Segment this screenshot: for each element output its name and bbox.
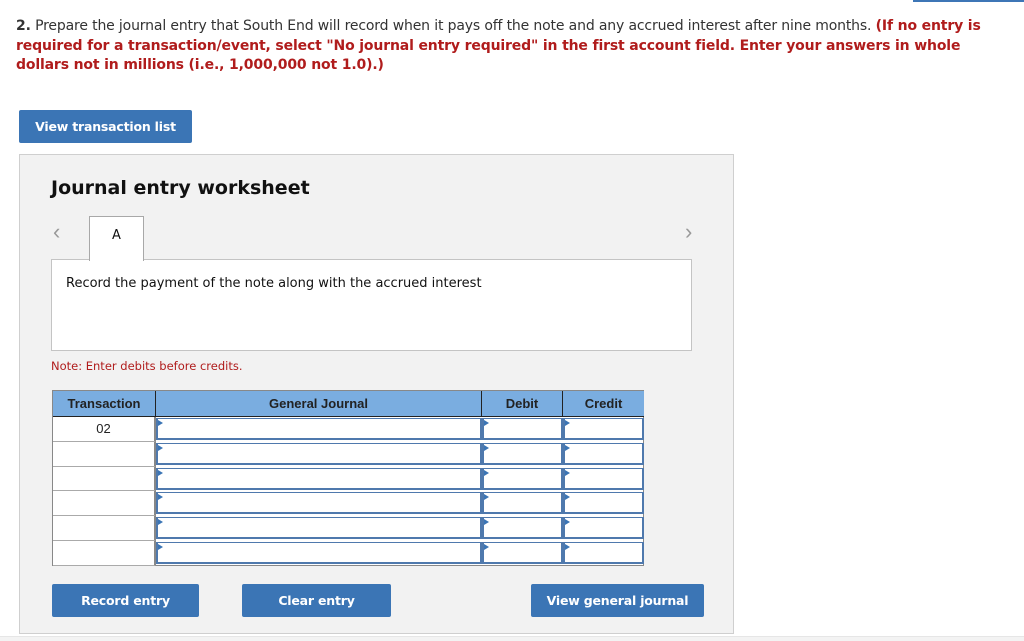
transaction-description: Record the payment of the note along wit…	[66, 276, 482, 291]
credit-input[interactable]	[563, 442, 644, 465]
journal-entry-worksheet-panel: Journal entry worksheet ‹ A › Record the…	[19, 154, 734, 634]
view-transaction-list-button[interactable]: View transaction list	[19, 110, 192, 143]
journal-table: Transaction General Journal Debit Credit…	[52, 390, 644, 566]
debits-before-credits-note: Note: Enter debits before credits.	[51, 359, 243, 373]
credit-input[interactable]	[563, 542, 644, 564]
credit-input[interactable]	[563, 492, 644, 515]
credit-input[interactable]	[563, 418, 644, 440]
tab-a[interactable]: A	[89, 216, 144, 261]
question-number: 2.	[16, 18, 31, 34]
page-bottom-divider	[0, 636, 1024, 641]
debit-input[interactable]	[482, 492, 563, 515]
account-input[interactable]	[156, 418, 482, 440]
transaction-cell: 02	[53, 417, 156, 442]
debit-input[interactable]	[482, 442, 563, 465]
account-input[interactable]	[156, 442, 482, 465]
header-debit: Debit	[482, 391, 563, 417]
table-row: 02	[53, 417, 644, 442]
credit-input[interactable]	[563, 517, 644, 540]
account-input[interactable]	[156, 517, 482, 540]
table-row	[53, 466, 644, 492]
table-row	[53, 516, 644, 541]
question-body: Prepare the journal entry that South End…	[30, 18, 876, 34]
worksheet-title: Journal entry worksheet	[51, 177, 310, 199]
transaction-cell	[53, 491, 156, 517]
credit-input[interactable]	[563, 467, 644, 490]
account-input[interactable]	[156, 467, 482, 490]
debit-input[interactable]	[482, 542, 563, 564]
clear-entry-button[interactable]: Clear entry	[242, 584, 391, 617]
chevron-left-icon[interactable]: ‹	[53, 219, 69, 245]
account-input[interactable]	[156, 542, 482, 564]
top-accent-bar	[913, 0, 1024, 2]
table-row	[53, 541, 644, 566]
transaction-cell	[53, 541, 156, 566]
header-credit: Credit	[563, 391, 644, 417]
header-general-journal: General Journal	[156, 391, 482, 417]
table-row	[53, 441, 644, 467]
transaction-description-box: Record the payment of the note along wit…	[51, 259, 692, 351]
debit-input[interactable]	[482, 418, 563, 440]
table-row	[53, 491, 644, 517]
transaction-cell	[53, 466, 156, 492]
debit-input[interactable]	[482, 517, 563, 540]
account-input[interactable]	[156, 492, 482, 515]
debit-input[interactable]	[482, 467, 563, 490]
transaction-cell	[53, 516, 156, 541]
header-transaction: Transaction	[53, 391, 156, 417]
transaction-cell	[53, 441, 156, 467]
question-text: 2. Prepare the journal entry that South …	[16, 17, 1016, 76]
record-entry-button[interactable]: Record entry	[52, 584, 199, 617]
chevron-right-icon[interactable]: ›	[685, 219, 701, 245]
view-general-journal-button[interactable]: View general journal	[531, 584, 704, 617]
